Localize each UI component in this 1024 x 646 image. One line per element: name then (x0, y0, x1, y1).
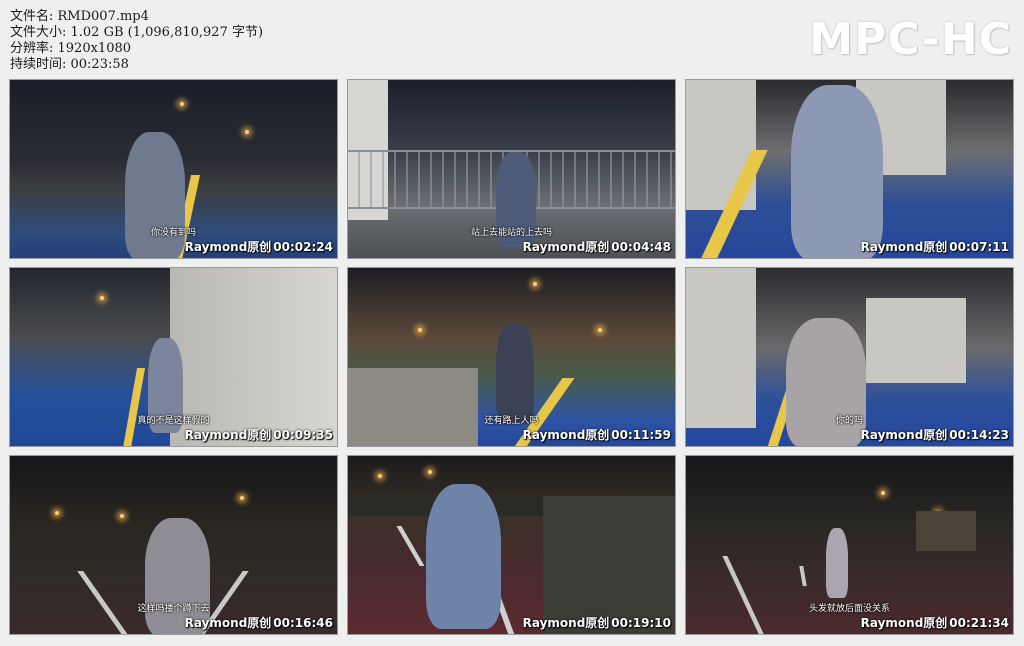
file-info-panel: 文件名: RMD007.mp4 文件大小: 1.02 GB (1,096,810… (10, 9, 263, 73)
timestamp: 00:07:11 (949, 240, 1009, 254)
watermark-timestamp: Raymond原创 00:02:24 (185, 238, 333, 255)
thumbnail[interactable]: 你的吗 Raymond原创 00:14:23 (685, 267, 1014, 447)
subtitle-text: 这样吗搂个蹲下去 (137, 604, 210, 614)
thumbnail[interactable]: Raymond原创 00:19:10 (347, 455, 676, 635)
file-name-label: 文件名: RMD007.mp4 (10, 9, 149, 24)
timestamp: 00:19:10 (611, 616, 671, 630)
duration-label: 持续时间: 00:23:58 (10, 57, 129, 72)
watermark-text: Raymond原创 (860, 428, 948, 442)
video-frame (348, 456, 675, 634)
file-size-label: 文件大小: 1.02 GB (1,096,810,927 字节) (10, 25, 264, 40)
subtitle-text: 真的不是这样假的 (137, 416, 210, 426)
watermark-text: Raymond原创 (184, 616, 272, 630)
timestamp: 00:11:59 (611, 428, 671, 442)
timestamp: 00:21:34 (949, 616, 1009, 630)
watermark-timestamp: Raymond原创 00:14:23 (861, 426, 1009, 443)
timestamp: 00:16:46 (273, 616, 333, 630)
timestamp: 00:04:48 (611, 240, 671, 254)
timestamp: 00:09:35 (273, 428, 333, 442)
watermark-text: Raymond原创 (184, 240, 272, 254)
thumbnail[interactable]: 头发就放后面没关系 Raymond原创 00:21:34 (685, 455, 1014, 635)
thumbnail[interactable]: 真的不是这样假的 Raymond原创 00:09:35 (9, 267, 338, 447)
thumbnail[interactable]: 你没有到吗 Raymond原创 00:02:24 (9, 79, 338, 259)
timestamp: 00:02:24 (273, 240, 333, 254)
thumbnail[interactable]: 站上去能站的上去吗 Raymond原创 00:04:48 (347, 79, 676, 259)
thumbnail[interactable]: 这样吗搂个蹲下去 Raymond原创 00:16:46 (9, 455, 338, 635)
watermark-timestamp: Raymond原创 00:21:34 (861, 614, 1009, 631)
subtitle-text: 还有路上人吗 (484, 416, 539, 426)
mpc-hc-logo: MPC-HC (809, 14, 1012, 65)
video-frame (686, 80, 1013, 258)
timestamp: 00:14:23 (949, 428, 1009, 442)
watermark-text: Raymond原创 (184, 428, 272, 442)
watermark-text: Raymond原创 (522, 616, 610, 630)
subtitle-text: 站上去能站的上去吗 (470, 228, 552, 238)
thumbnail-grid: 你没有到吗 Raymond原创 00:02:24 站上去能站的上去吗 Raymon… (9, 79, 1014, 635)
watermark-timestamp: Raymond原创 00:09:35 (185, 426, 333, 443)
watermark-timestamp: Raymond原创 00:11:59 (523, 426, 671, 443)
watermark-timestamp: Raymond原创 00:16:46 (185, 614, 333, 631)
subtitle-text: 头发就放后面没关系 (808, 604, 890, 614)
watermark-timestamp: Raymond原创 00:07:11 (861, 238, 1009, 255)
watermark-text: Raymond原创 (860, 616, 948, 630)
thumbnail[interactable]: 还有路上人吗 Raymond原创 00:11:59 (347, 267, 676, 447)
thumbnail[interactable]: Raymond原创 00:07:11 (685, 79, 1014, 259)
watermark-timestamp: Raymond原创 00:04:48 (523, 238, 671, 255)
subtitle-text: 你没有到吗 (150, 228, 196, 238)
watermark-timestamp: Raymond原创 00:19:10 (523, 614, 671, 631)
watermark-text: Raymond原创 (522, 240, 610, 254)
watermark-text: Raymond原创 (522, 428, 610, 442)
subtitle-text: 你的吗 (835, 416, 863, 426)
resolution-label: 分辨率: 1920x1080 (10, 41, 132, 56)
watermark-text: Raymond原创 (860, 240, 948, 254)
